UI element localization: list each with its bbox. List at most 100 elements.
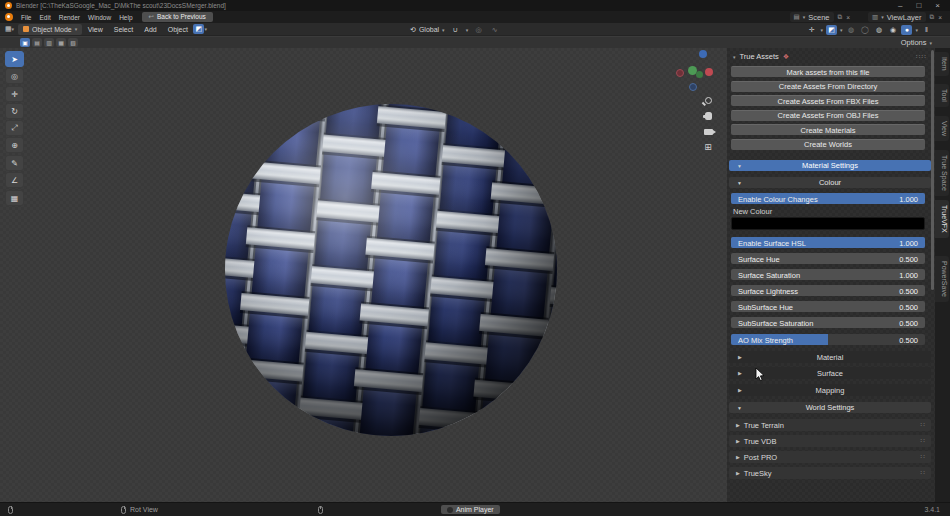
blender-logo-icon (5, 2, 12, 9)
blender-menu-icon[interactable] (5, 13, 13, 21)
truesky-panel[interactable]: ▶TrueSky∷ (729, 467, 931, 479)
scene-selector[interactable]: ▤ ▾ Scene (790, 12, 834, 22)
menu-select[interactable]: Select (108, 26, 138, 33)
proportional-edit-icon[interactable]: ◎ (473, 25, 484, 35)
create-materials-button[interactable]: Create Materials (731, 124, 925, 135)
options-dropdown[interactable]: Options▾ (901, 38, 932, 47)
camera-view-icon[interactable] (702, 126, 714, 138)
anim-player-button[interactable]: Anim Player (441, 505, 500, 514)
select-mode-invert-icon[interactable]: ▦ (56, 38, 66, 47)
menu-window[interactable]: Window (84, 14, 115, 21)
falloff-icon[interactable]: ∿ (489, 25, 500, 35)
menu-edit[interactable]: Edit (35, 14, 54, 21)
tool-annotate[interactable]: ✎ (5, 155, 24, 171)
colour-header[interactable]: ▼Colour (729, 177, 931, 188)
active-tool-icon[interactable]: ◩ (193, 24, 204, 34)
create-assets-directory-button[interactable]: Create Assets From Directory (731, 81, 925, 92)
world-settings-header[interactable]: ▼World Settings (729, 402, 931, 413)
transform-orientation-dropdown[interactable]: ⟲ Global ▾ (410, 26, 445, 34)
new-colour-label: New Colour (733, 207, 772, 216)
overlays-toggle-icon[interactable]: ◩ (826, 25, 837, 35)
true-terrain-panel[interactable]: ▶True Terrain∷ (729, 419, 931, 431)
gizmo-z-neg-axis[interactable] (689, 83, 697, 91)
new-viewlayer-icon[interactable]: ⧉ (930, 13, 935, 21)
create-worlds-button[interactable]: Create Worlds (731, 139, 925, 150)
mouse-left-icon (8, 506, 13, 514)
collapse-true-assets-icon[interactable]: ▾ (733, 54, 736, 60)
editor-type-icon[interactable]: ▦▾ (4, 24, 15, 34)
gizmo-x-neg-axis[interactable] (676, 69, 684, 77)
gizmo-z-axis[interactable] (699, 50, 707, 58)
tool-select-box[interactable]: ➤ (5, 51, 24, 67)
new-colour-swatch[interactable] (731, 217, 925, 230)
select-mode-extend-icon[interactable]: ▤ (32, 38, 42, 47)
gizmo-toggle-icon[interactable]: ✛ (806, 25, 817, 35)
close-button[interactable]: × (935, 2, 940, 10)
post-pro-panel[interactable]: ▶Post PRO∷ (729, 451, 931, 463)
create-assets-fbx-button[interactable]: Create Assets From FBX Files (731, 95, 925, 106)
menu-help[interactable]: Help (115, 14, 136, 21)
tool-transform[interactable]: ⊕ (5, 137, 24, 153)
tab-tool[interactable]: Tool (935, 84, 949, 107)
ao-mix-strength-slider[interactable]: AO Mix Strength 0.500 (731, 334, 925, 345)
mark-assets-button[interactable]: Mark assets from this file (731, 66, 925, 77)
tool-scale[interactable]: ⤢ (5, 120, 24, 136)
subsurface-hue-slider[interactable]: SubSurface Hue 0.500 (731, 301, 925, 312)
menu-render[interactable]: Render (55, 14, 84, 21)
panel-drag-dots[interactable]: ∷∷ (916, 53, 927, 61)
minimize-button[interactable]: – (898, 2, 902, 10)
menu-add[interactable]: Add (139, 26, 162, 33)
menu-file[interactable]: File (17, 14, 35, 21)
true-vdb-panel[interactable]: ▶True VDB∷ (729, 435, 931, 447)
enable-colour-changes-slider[interactable]: Enable Colour Changes 1.000 (731, 193, 925, 204)
pan-hand-icon[interactable] (702, 110, 714, 122)
tab-view[interactable]: View (935, 116, 949, 141)
create-assets-obj-button[interactable]: Create Assets From OBJ Files (731, 110, 925, 121)
tool-move[interactable]: ✛ (5, 86, 24, 102)
tool-rotate[interactable]: ↻ (5, 103, 24, 119)
woven-sphere[interactable] (0, 48, 727, 502)
delete-viewlayer-icon[interactable]: × (938, 14, 942, 21)
shading-material-icon[interactable]: ◉ (887, 25, 898, 35)
surface-saturation-slider[interactable]: Surface Saturation 1.000 (731, 269, 925, 280)
subsurface-saturation-slider[interactable]: SubSurface Saturation 0.500 (731, 317, 925, 328)
pause-render-icon[interactable]: ‖ (921, 25, 932, 35)
select-mode-set-icon[interactable]: ▣ (20, 38, 30, 47)
new-scene-icon[interactable]: ⧉ (838, 13, 843, 21)
xray-toggle-icon[interactable]: ◍ (845, 25, 856, 35)
material-subpanel[interactable]: ▶Material (729, 351, 931, 363)
object-mode-dropdown[interactable]: Object Mode ▾ (18, 24, 82, 35)
viewlayer-selector[interactable]: ▥ ▾ ViewLayer (868, 12, 926, 22)
tool-add-cube[interactable]: ▦ (5, 190, 24, 206)
tab-truevfx[interactable]: TrueVFX (935, 200, 949, 238)
menu-object[interactable]: Object (162, 26, 193, 33)
select-mode-subtract-icon[interactable]: ▥ (44, 38, 54, 47)
tool-cursor[interactable]: ◎ (5, 68, 24, 84)
surface-lightness-slider[interactable]: Surface Lightness 0.500 (731, 285, 925, 296)
tab-powersave[interactable]: PowerSave (935, 256, 949, 302)
snap-magnet-icon[interactable]: ∪ (450, 25, 461, 35)
tab-item[interactable]: Item (935, 52, 949, 76)
tool-measure[interactable]: ∠ (5, 172, 24, 188)
material-settings-header[interactable]: ▼Material Settings (729, 160, 931, 171)
back-to-previous-button[interactable]: ↩ Back to Previous (142, 12, 213, 23)
select-mode-intersect-icon[interactable]: ▧ (68, 38, 78, 47)
delete-scene-icon[interactable]: × (846, 14, 850, 21)
maximize-button[interactable]: □ (916, 2, 921, 10)
ortho-toggle-icon[interactable]: ⊞ (702, 141, 714, 153)
shading-wireframe-icon[interactable]: ◯ (859, 25, 870, 35)
top-menu-bar: File Edit Render Window Help ↩ Back to P… (0, 11, 950, 23)
mapping-subpanel[interactable]: ▶Mapping (729, 384, 931, 396)
gizmo-x-axis[interactable] (705, 68, 713, 76)
zoom-icon[interactable] (702, 94, 714, 106)
surface-hue-slider[interactable]: Surface Hue 0.500 (731, 253, 925, 264)
viewport-3d[interactable] (0, 48, 727, 502)
tab-true-space[interactable]: True Space (935, 150, 949, 196)
enable-surface-hsl-slider[interactable]: Enable Surface HSL 1.000 (731, 237, 925, 248)
mouse-right-icon (318, 506, 323, 514)
shading-rendered-icon[interactable]: ● (901, 25, 912, 35)
panel-scrollbar[interactable] (931, 50, 934, 290)
shading-solid-icon[interactable]: ◍ (873, 25, 884, 35)
gizmo-y-neg-axis[interactable] (696, 71, 703, 78)
menu-view[interactable]: View (82, 26, 108, 33)
